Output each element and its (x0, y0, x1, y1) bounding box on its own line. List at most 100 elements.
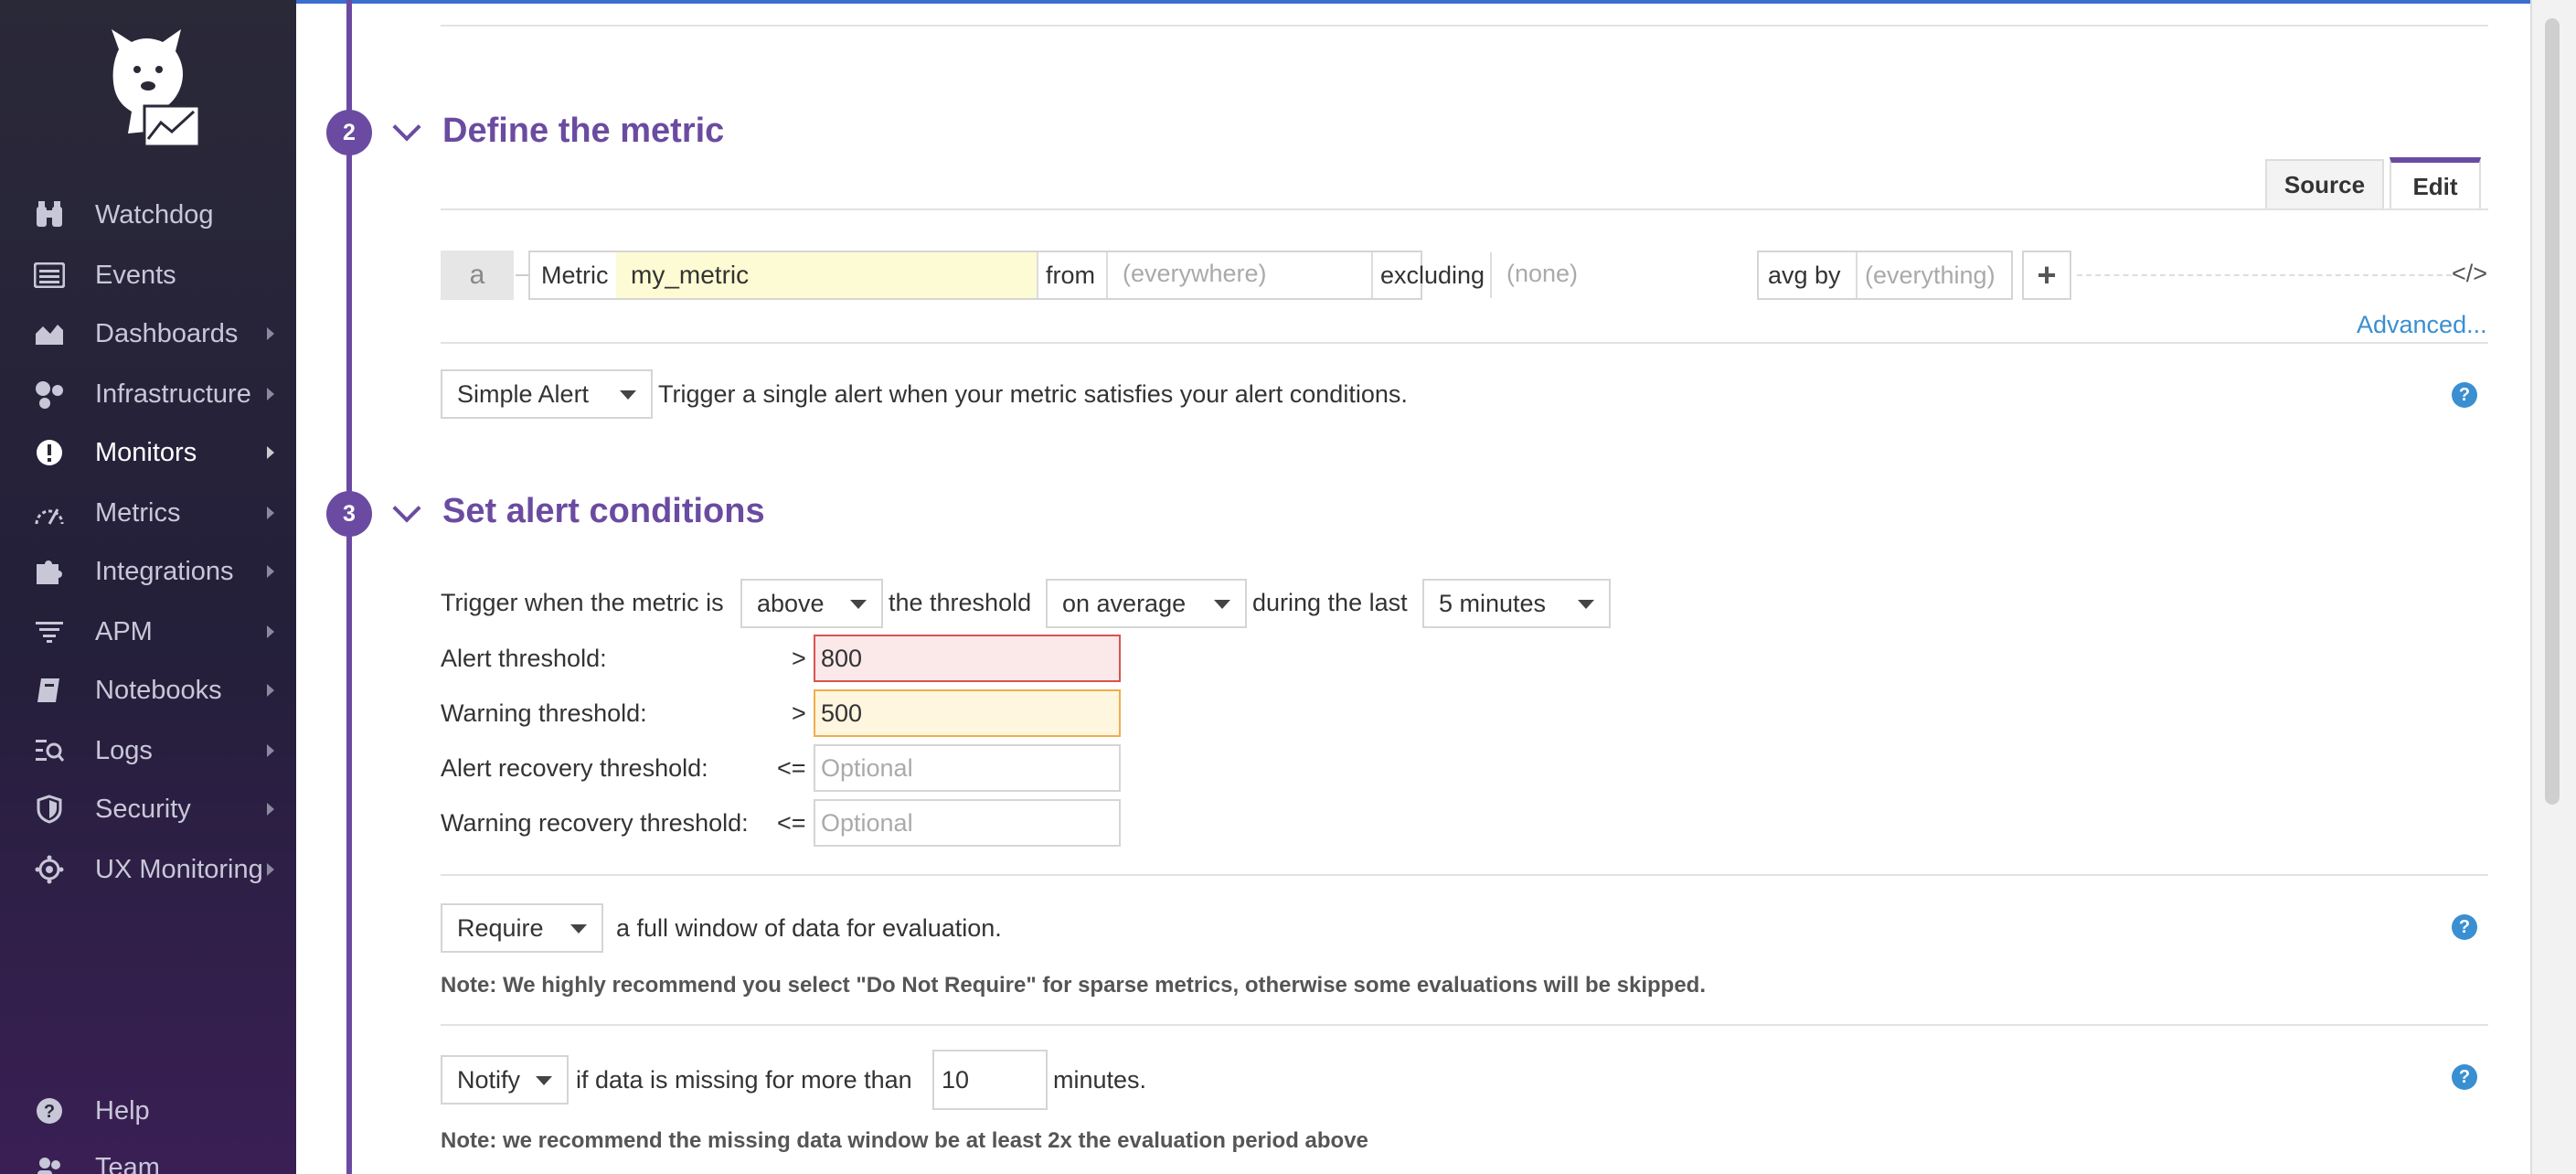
divider (441, 25, 2488, 27)
chevron-right-icon (267, 684, 274, 697)
excluding-input[interactable]: (none) (1506, 260, 1578, 288)
alert-recovery-input[interactable]: Optional (814, 744, 1121, 792)
alert-recovery-label: Alert recovery threshold: (441, 754, 708, 782)
from-label: from (1046, 261, 1095, 289)
help-icon[interactable]: ? (2452, 914, 2477, 940)
question-icon: ? (33, 1094, 66, 1127)
sidebar-item-label: Security (95, 794, 191, 824)
sidebar-item-dashboards[interactable]: Dashboards (0, 307, 296, 360)
sidebar-item-apm[interactable]: APM (0, 605, 296, 658)
alert-threshold-operator: > (792, 645, 806, 672)
chevron-right-icon (267, 803, 274, 816)
alert-type-value: Simple Alert (457, 379, 590, 408)
tab-edit[interactable]: Edit (2390, 157, 2481, 210)
sidebar-item-help[interactable]: ? Help (0, 1084, 296, 1137)
metric-label: Metric (541, 261, 609, 289)
notify-value: Notify (457, 1065, 521, 1094)
sidebar-item-security[interactable]: Security (0, 783, 296, 836)
sidebar-item-ux-monitoring[interactable]: UX Monitoring (0, 843, 296, 896)
warning-recovery-label: Warning recovery threshold: (441, 809, 749, 837)
missing-minutes-input[interactable]: 10 (932, 1050, 1048, 1110)
from-input[interactable]: (everywhere) (1123, 260, 1267, 288)
notify-select[interactable]: Notify (441, 1055, 569, 1105)
chevron-down-icon (850, 600, 867, 609)
sidebar-item-events[interactable]: Events (0, 249, 296, 302)
help-icon[interactable]: ? (2452, 382, 2477, 408)
comparison-select[interactable]: above (740, 579, 883, 628)
sidebar-item-metrics[interactable]: Metrics (0, 486, 296, 539)
divider (441, 208, 2488, 210)
chevron-down-icon (536, 1076, 552, 1085)
window-select[interactable]: 5 minutes (1422, 579, 1611, 628)
aggregation-select[interactable]: on average (1046, 579, 1247, 628)
require-select[interactable]: Require (441, 903, 603, 953)
alert-type-description: Trigger a single alert when your metric … (658, 380, 1408, 408)
alert-threshold-input[interactable]: 800 (814, 635, 1121, 682)
binoculars-icon (33, 198, 66, 231)
sidebar-item-notebooks[interactable]: Notebooks (0, 664, 296, 717)
collapse-chevron-icon[interactable] (392, 494, 421, 523)
during-text: during the last (1252, 589, 1408, 616)
exclamation-icon (33, 436, 66, 469)
chevron-right-icon (267, 388, 274, 400)
collapse-chevron-icon[interactable] (392, 112, 421, 142)
excluding-label: excluding (1380, 261, 1485, 289)
section-title: Set alert conditions (442, 492, 765, 530)
sidebar-item-watchdog[interactable]: Watchdog (0, 188, 296, 241)
code-icon[interactable]: </> (2452, 260, 2487, 288)
warning-recovery-operator: <= (777, 809, 806, 837)
sidebar-item-infrastructure[interactable]: Infrastructure (0, 368, 296, 421)
avg-by-label: avg by (1768, 261, 1841, 289)
dashed-connector (2077, 274, 2452, 276)
require-text: a full window of data for evaluation. (616, 914, 1002, 942)
step-number: 2 (326, 110, 372, 155)
advanced-link[interactable]: Advanced... (2357, 311, 2487, 339)
chevron-down-icon (1214, 600, 1230, 609)
chevron-right-icon (267, 565, 274, 578)
require-note: Note: We highly recommend you select "Do… (441, 973, 1707, 998)
notify-note: Note: we recommend the missing data wind… (441, 1128, 1368, 1153)
chevron-right-icon (267, 625, 274, 638)
connector-line (516, 274, 528, 276)
separator (1371, 252, 1373, 298)
divider (441, 342, 2488, 344)
shield-icon (33, 793, 66, 826)
filter-lines-icon (33, 615, 66, 648)
datadog-logo[interactable] (91, 22, 210, 150)
sidebar-item-integrations[interactable]: Integrations (0, 545, 296, 598)
sidebar: Watchdog Events Dashboards Infrastructur… (0, 0, 296, 1174)
sidebar-item-logs[interactable]: Logs (0, 724, 296, 777)
sidebar-item-label: Infrastructure (95, 379, 251, 409)
sidebar-item-label: Monitors (95, 437, 197, 467)
scrollbar-thumb[interactable] (2545, 18, 2560, 805)
chart-area-icon (33, 317, 66, 350)
sidebar-item-label: Watchdog (95, 199, 214, 229)
sidebar-item-label: Notebooks (95, 675, 222, 705)
sidebar-item-team[interactable]: Team (0, 1141, 296, 1174)
threshold-text: the threshold (889, 589, 1032, 616)
chevron-down-icon (570, 924, 587, 934)
tab-source[interactable]: Source (2265, 159, 2384, 210)
add-query-button[interactable]: + (2022, 251, 2071, 300)
avg-by-input[interactable]: (everything) (1865, 261, 1996, 290)
separator (1106, 252, 1108, 298)
divider (441, 874, 2488, 876)
hexagons-icon (33, 378, 66, 411)
alert-type-select[interactable]: Simple Alert (441, 369, 653, 419)
team-icon (33, 1151, 66, 1174)
chevron-right-icon (267, 744, 274, 757)
comparison-value: above (757, 589, 825, 617)
sidebar-item-monitors[interactable]: Monitors (0, 426, 296, 479)
warning-threshold-input[interactable]: 500 (814, 689, 1121, 737)
chevron-right-icon (267, 507, 274, 519)
sidebar-item-label: Metrics (95, 497, 181, 528)
sidebar-item-label: APM (95, 616, 153, 646)
metric-input[interactable]: my_metric (616, 252, 1037, 298)
separator (1490, 252, 1492, 298)
warning-recovery-input[interactable]: Optional (814, 799, 1121, 847)
svg-text:?: ? (44, 1102, 55, 1122)
section-title: Define the metric (442, 112, 725, 150)
sidebar-item-label: Dashboards (95, 318, 239, 348)
help-icon[interactable]: ? (2452, 1064, 2477, 1090)
notebook-icon (33, 674, 66, 707)
